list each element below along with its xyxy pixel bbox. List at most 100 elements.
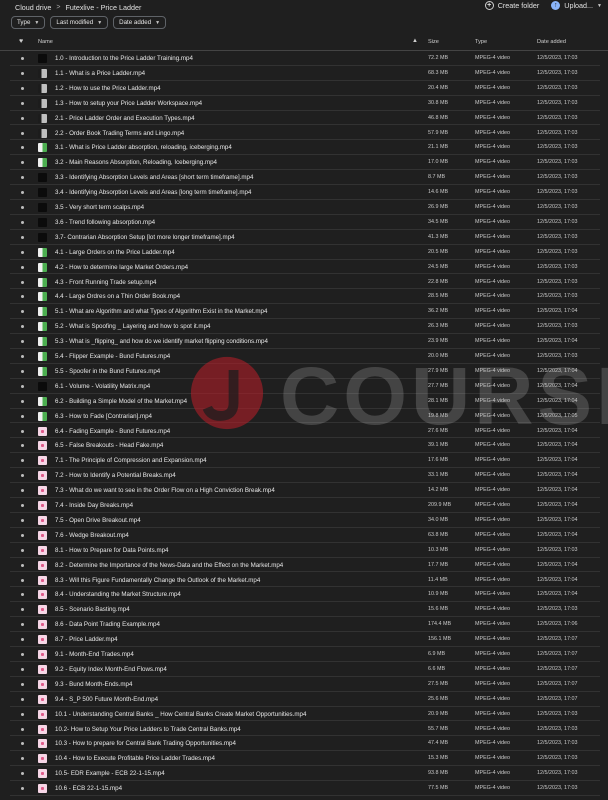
file-type: MPEG-4 video — [475, 367, 511, 374]
file-row[interactable]: 8.3 - Will this Figure Fundamentally Cha… — [0, 573, 608, 588]
video-thumbnail-icon — [38, 784, 47, 794]
favorite-column-icon[interactable]: ♥ — [19, 38, 23, 45]
row-dot-icon — [21, 131, 24, 135]
file-row[interactable]: 3.1 - What is Price Ladder absorption, r… — [0, 140, 608, 156]
file-row[interactable]: 9.3 - Bund Month-Ends.mp4 27.5 MB MPEG-4 v… — [0, 677, 608, 692]
file-row[interactable]: 9.2 - Equity Index Month-End Flows.mp4 6.… — [0, 662, 608, 677]
breadcrumb-root[interactable]: Cloud drive — [15, 3, 51, 12]
file-date-added: 12/5/2023, 17:03 — [537, 129, 578, 136]
video-thumbnail-icon — [38, 396, 47, 406]
file-row[interactable]: 6.4 - Fading Example - Bund Futures.mp4 2… — [0, 424, 608, 439]
file-row[interactable]: 3.4 - Identifying Absorption Levels and … — [0, 185, 608, 200]
file-row[interactable]: 3.5 - Very short term scalps.mp4 26.9 MB M… — [0, 200, 608, 215]
row-dot-icon — [21, 757, 24, 761]
file-type: MPEG-4 video — [475, 561, 511, 568]
column-size[interactable]: Size — [428, 39, 439, 45]
breadcrumb-current[interactable]: Futexlive - Price Ladder — [65, 3, 141, 12]
row-dot-icon — [21, 325, 24, 329]
file-size: 174.4 MB — [428, 621, 452, 628]
file-row[interactable]: 4.3 - Front Running Trade setup.mp4 22.8 … — [0, 275, 608, 290]
file-row[interactable]: 2.2 - Order Book Trading Terms and Lingo… — [0, 126, 608, 141]
file-size: 36.2 MB — [428, 308, 449, 315]
file-row[interactable]: 7.4 - Inside Day Breaks.mp4 209.9 MB MPEG-… — [0, 498, 608, 513]
file-name: 10.6 - ECB 22-1-15.mp4 — [55, 785, 123, 793]
file-date-added: 12/5/2023, 17:04 — [537, 308, 578, 315]
file-row[interactable]: 8.6 - Data Point Trading Example.mp4 174.… — [0, 617, 608, 632]
upload-button[interactable]: ↑ Upload... ▼ — [551, 1, 602, 10]
file-row[interactable]: 8.2 - Determine the Importance of the Ne… — [0, 558, 608, 573]
file-row[interactable]: 7.5 - Open Drive Breakout.mp4 34.0 MB MPEG… — [0, 513, 608, 528]
file-row[interactable]: 7.2 - How to Identify a Potential Breaks… — [0, 468, 608, 483]
file-row[interactable]: 9.1 - Month-End Trades.mp4 6.9 MB MPEG-4 v… — [0, 647, 608, 662]
file-row[interactable]: 8.1 - How to Prepare for Data Points.mp4… — [0, 543, 608, 558]
column-date-added[interactable]: Date added — [537, 39, 566, 45]
file-row[interactable]: 4.1 - Large Orders on the Price Ladder.m… — [0, 245, 608, 260]
file-row[interactable]: 7.6 - Wedge Breakout.mp4 63.8 MB MPEG-4 vi… — [0, 528, 608, 543]
file-row[interactable]: 9.4 - S_P 500 Future Month-End.mp4 25.6 M… — [0, 692, 608, 707]
file-row[interactable]: 1.2 - How to use the Price Ladder.mp4 20.… — [0, 81, 608, 96]
file-row[interactable]: 4.2 - How to determine large Market Orde… — [0, 260, 608, 275]
video-thumbnail-icon — [38, 352, 47, 361]
chevron-down-icon: ▼ — [597, 2, 602, 9]
file-row[interactable]: 4.4 - Large Ordres on a Thin Order Book.… — [0, 289, 608, 305]
row-dot-icon — [21, 235, 24, 239]
file-date-added: 12/5/2023, 17:04 — [537, 591, 578, 598]
row-dot-icon — [21, 429, 24, 433]
file-name: 7.4 - Inside Day Breaks.mp4 — [55, 502, 134, 509]
file-date-added: 12/5/2023, 17:05 — [537, 412, 578, 419]
file-row[interactable]: 5.4 - Flipper Example - Bund Futures.mp4… — [0, 349, 608, 364]
file-size: 27.9 MB — [428, 367, 449, 374]
file-row[interactable]: 10.2- How to Setup Your Price Ladders to… — [0, 722, 608, 737]
file-row[interactable]: 6.3 - How to Fade [Contrarian].mp4 19.8 M… — [0, 409, 608, 424]
filter-type[interactable]: Type ▼ — [11, 16, 46, 29]
filter-date-added[interactable]: Date added ▼ — [113, 16, 167, 29]
file-row[interactable]: 10.6 - ECB 22-1-15.mp4 77.5 MB MPEG-4 vide… — [0, 781, 608, 796]
file-row[interactable]: 10.3 - How to prepare for Central Bank T… — [0, 736, 608, 752]
video-thumbnail-icon — [38, 128, 47, 138]
file-name: 5.2 - What is Spoofing _ Layering and ho… — [55, 323, 211, 331]
file-row[interactable]: 6.1 - Volume - Volatility Matrix.mp4 27.7… — [0, 379, 608, 394]
file-row[interactable]: 3.7- Contrarian Absorption Setup [lot mo… — [0, 230, 608, 245]
file-row[interactable]: 5.3 - What is _flipping_ and how do we i… — [0, 334, 608, 349]
file-name: 3.2 - Main Reasons Absorption, Reloading… — [55, 159, 218, 167]
file-row[interactable]: 6.5 - False Breakouts - Head Fake.mp4 39.… — [0, 438, 608, 454]
file-row[interactable]: 5.2 - What is Spoofing _ Layering and ho… — [0, 319, 608, 334]
file-row[interactable]: 1.3 - How to setup your Price Ladder Wor… — [0, 96, 608, 111]
file-row[interactable]: 10.1 - Understanding Central Banks _ How… — [0, 707, 608, 722]
file-date-added: 12/5/2023, 17:07 — [537, 695, 578, 702]
file-row[interactable]: 8.4 - Understanding the Market Structure… — [0, 587, 608, 603]
video-thumbnail-icon — [38, 337, 47, 347]
file-type: MPEG-4 video — [475, 338, 511, 345]
column-type[interactable]: Type — [475, 39, 487, 45]
video-thumbnail-icon — [38, 501, 47, 510]
file-size: 8.7 MB — [428, 174, 446, 181]
file-row[interactable]: 3.3 - Identifying Absorption Levels and … — [0, 170, 608, 185]
video-thumbnail-icon — [38, 635, 47, 645]
file-row[interactable]: 5.5 - Spoofer in the Bund Futures.mp4 27.… — [0, 364, 608, 379]
file-row[interactable]: 3.6 - Trend following absorption.mp4 34.5… — [0, 215, 608, 230]
file-row[interactable]: 2.1 - Price Ladder Order and Execution T… — [0, 111, 608, 126]
file-type: MPEG-4 video — [475, 502, 511, 508]
file-row[interactable]: 7.3 - What do we want to see in the Orde… — [0, 483, 608, 498]
file-row[interactable]: 5.1 - What are Algorithm and what Types … — [0, 304, 608, 320]
create-folder-button[interactable]: + Create folder — [484, 1, 539, 10]
sort-ascending-icon[interactable]: ▲ — [412, 38, 418, 44]
column-name[interactable]: Name — [38, 39, 53, 45]
file-row[interactable]: 10.5- EDR Example - ECB 22-1-15.mp4 93.8 … — [0, 766, 608, 781]
file-row[interactable]: 8.7 - Price Ladder.mp4 156.1 MB MPEG-4 vid… — [0, 632, 608, 647]
file-name: 7.5 - Open Drive Breakout.mp4 — [55, 516, 141, 524]
file-row[interactable]: 1.1 - What is a Price Ladder.mp4 68.3 MB M… — [0, 66, 608, 81]
filter-last-modified[interactable]: Last modified ▼ — [50, 16, 109, 29]
file-type: MPEG-4 video — [475, 412, 511, 419]
video-thumbnail-icon — [38, 456, 47, 466]
file-row[interactable]: 6.2 - Building a Simple Model of the Mar… — [0, 394, 608, 409]
file-row[interactable]: 1.0 - Introduction to the Price Ladder T… — [0, 51, 608, 66]
file-row[interactable]: 7.1 - The Principle of Compression and E… — [0, 453, 608, 469]
file-type: MPEG-4 video — [475, 457, 511, 464]
file-date-added: 12/5/2023, 17:03 — [537, 159, 578, 166]
row-dot-icon — [21, 489, 24, 493]
file-row[interactable]: 10.4 - How to Execute Profitable Price L… — [0, 751, 608, 767]
file-row[interactable]: 8.5 - Scenario Basting.mp4 15.6 MB MPEG-4 … — [0, 602, 608, 618]
file-name: 8.1 - How to Prepare for Data Points.mp4 — [55, 546, 169, 554]
file-row[interactable]: 3.2 - Main Reasons Absorption, Reloading… — [0, 155, 608, 171]
